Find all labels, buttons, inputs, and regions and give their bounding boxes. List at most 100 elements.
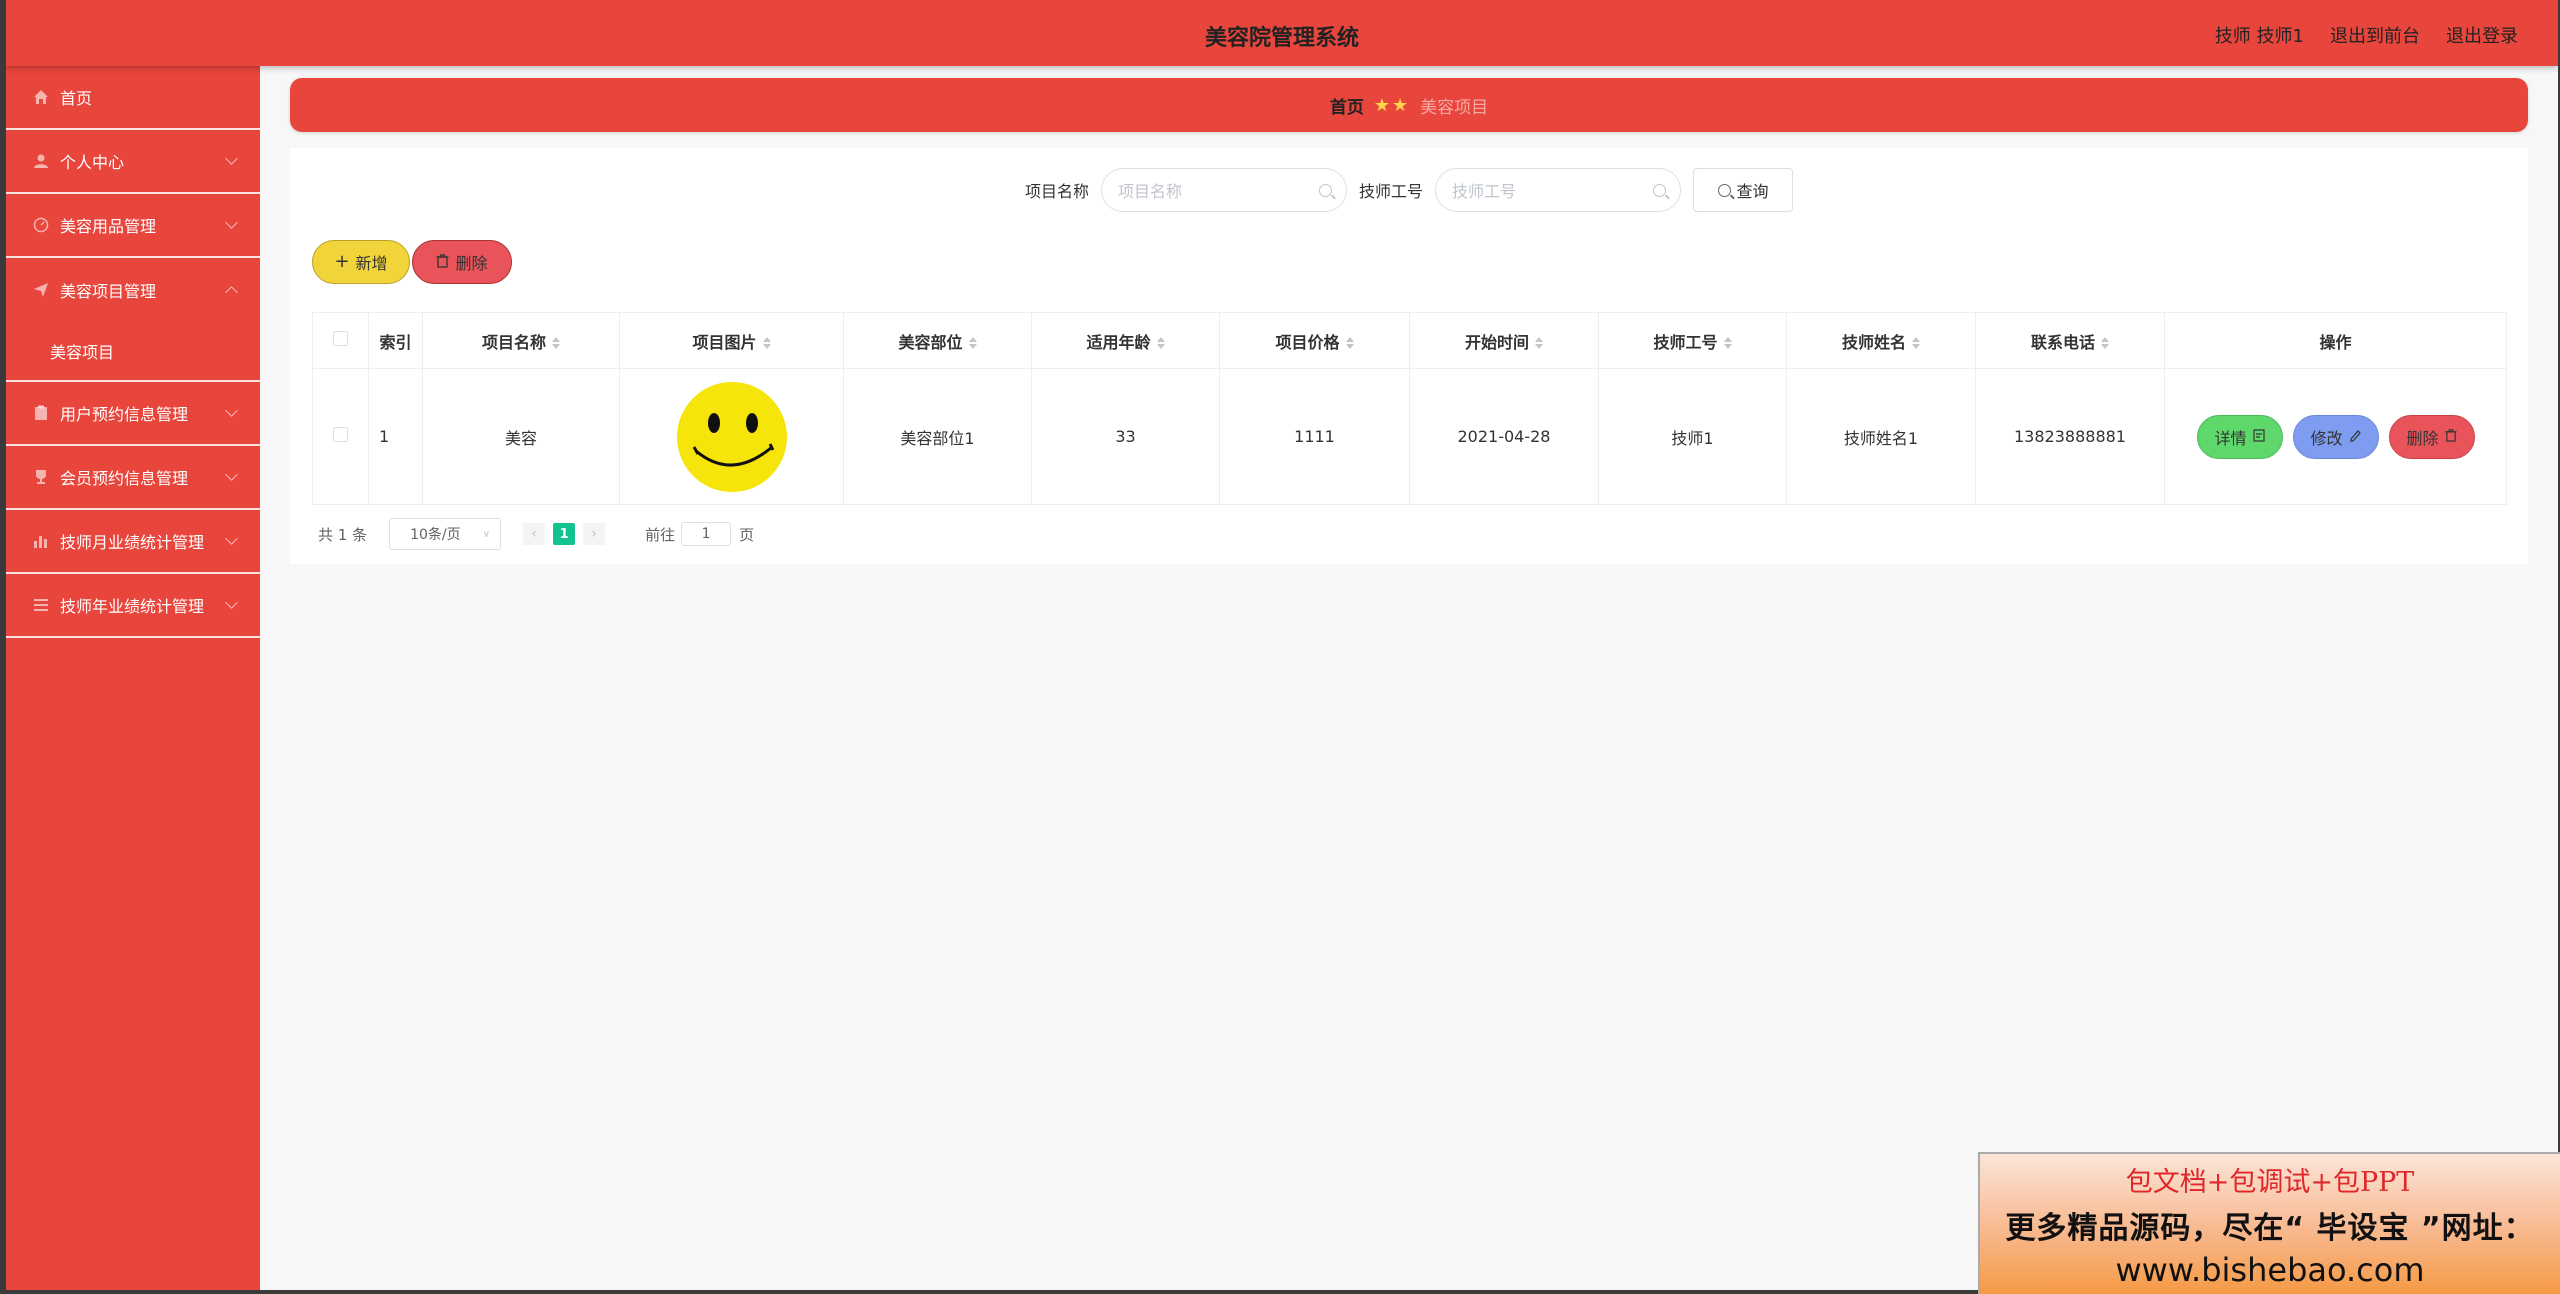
breadcrumb-home[interactable]: 首页 <box>1330 93 1364 118</box>
sidebar-item-label: 美容用品管理 <box>60 217 157 236</box>
col-header-phone[interactable]: 联系电话 <box>1975 312 2165 369</box>
cell-price: 1111 <box>1219 368 1410 505</box>
clipboard-icon <box>32 404 50 422</box>
edit-button[interactable]: 修改 <box>2292 414 2379 459</box>
col-header-tech-id[interactable]: 技师工号 <box>1598 312 1787 369</box>
tech-search-input[interactable]: 技师工号 <box>1435 168 1682 212</box>
col-header-start[interactable]: 开始时间 <box>1409 312 1599 369</box>
chevron-up-icon <box>225 286 238 299</box>
logout-link[interactable]: 退出登录 <box>2446 22 2518 48</box>
promo-line-1: 包文档+包调试+包PPT <box>2125 1167 2415 1198</box>
sidebar: 首页 个人中心 美容用品管理 美容项目管理 美容项目 用户预约信息管理 会员预约… <box>6 66 260 1290</box>
search-icon <box>1653 183 1667 197</box>
sidebar-item-yearly-stats[interactable]: 技师年业绩统计管理 <box>6 574 260 638</box>
trash-icon <box>2444 427 2457 446</box>
edit-button-label: 修改 <box>2310 428 2343 448</box>
pencil-icon <box>2349 427 2361 446</box>
project-image-smiley[interactable] <box>676 381 788 493</box>
sidebar-item-member-booking[interactable]: 会员预约信息管理 <box>6 446 260 510</box>
sidebar-item-profile[interactable]: 个人中心 <box>6 130 260 194</box>
sort-icon <box>1912 337 1920 349</box>
pagination: 共 1 条 10条/页 ∨ ‹ 1 › 前往 1 页 <box>318 518 754 550</box>
col-header-image[interactable]: 项目图片 <box>619 312 844 369</box>
col-header-age[interactable]: 适用年龄 <box>1031 312 1220 369</box>
sidebar-item-label: 会员预约信息管理 <box>60 469 189 488</box>
col-header-price[interactable]: 项目价格 <box>1219 312 1410 369</box>
sort-icon <box>2101 337 2109 349</box>
col-header-part[interactable]: 美容部位 <box>843 312 1032 369</box>
chevron-down-icon <box>225 216 238 229</box>
sidebar-item-home[interactable]: 首页 <box>6 66 260 130</box>
col-header-label: 项目价格 <box>1275 332 1340 352</box>
page-number-current[interactable]: 1 <box>553 523 576 545</box>
home-icon <box>32 88 50 106</box>
col-header-tech-name[interactable]: 技师姓名 <box>1786 312 1976 369</box>
chevron-down-icon <box>225 532 238 545</box>
table-header-row: 索引 项目名称 项目图片 美容部位 适用年龄 项目价格 开始时间 技师工号 技师… <box>312 312 2507 369</box>
breadcrumb: 首页 ★★ 美容项目 <box>290 78 2528 132</box>
sidebar-subitem-label: 美容项目 <box>50 343 115 362</box>
prev-page-button[interactable]: ‹ <box>523 523 546 545</box>
row-actions: 详情 修改 删除 <box>2165 414 2506 459</box>
sidebar-item-projects[interactable]: 美容项目管理 <box>6 258 260 322</box>
detail-button[interactable]: 详情 <box>2196 414 2283 459</box>
col-header-label: 开始时间 <box>1464 332 1529 352</box>
sidebar-item-label: 用户预约信息管理 <box>60 405 189 424</box>
add-button[interactable]: + 新增 <box>312 240 410 284</box>
batch-delete-label: 删除 <box>455 254 488 273</box>
app-window: 美容院管理系统 技师 技师1 退出到前台 退出登录 首页 个人中心 美容用品管理 <box>6 0 2558 1290</box>
sidebar-item-supplies[interactable]: 美容用品管理 <box>6 194 260 258</box>
promo-banner[interactable]: 包文档+包调试+包PPT 更多精品源码，尽在“ 毕设宝 ”网址： www.bis… <box>1978 1152 2560 1294</box>
sidebar-subitem-projects[interactable]: 美容项目 <box>6 322 260 382</box>
header-actions: 技师 技师1 退出到前台 退出登录 <box>2215 22 2518 48</box>
user-icon <box>32 152 50 170</box>
gauge-icon <box>32 216 50 234</box>
goto-front-link[interactable]: 退出到前台 <box>2330 22 2420 48</box>
delete-button-label: 删除 <box>2406 428 2439 448</box>
main-content: 首页 ★★ 美容项目 项目名称 项目名称 技师工号 技师工号 查询 + 新增 删… <box>260 66 2558 1290</box>
trash-icon <box>436 253 449 272</box>
sort-icon <box>1156 337 1165 349</box>
cell-start-date: 2021-04-28 <box>1409 368 1599 505</box>
chevron-down-icon <box>225 404 238 417</box>
select-all-checkbox[interactable] <box>333 331 348 346</box>
sort-icon <box>1345 337 1354 349</box>
col-header-index: 索引 <box>368 312 423 369</box>
next-page-button[interactable]: › <box>583 523 606 545</box>
search-icon <box>1319 183 1332 197</box>
page-size-select[interactable]: 10条/页 ∨ <box>389 518 502 550</box>
sidebar-item-user-booking[interactable]: 用户预约信息管理 <box>6 382 260 446</box>
name-search-label: 项目名称 <box>1024 182 1089 201</box>
col-header-label: 美容部位 <box>898 332 963 352</box>
sidebar-item-label: 技师月业绩统计管理 <box>60 533 205 552</box>
sidebar-item-label: 首页 <box>60 89 93 108</box>
add-button-label: 新增 <box>355 254 388 273</box>
cell-tech-name: 技师姓名1 <box>1786 368 1976 505</box>
cell-phone: 13823888881 <box>1975 368 2165 505</box>
col-header-label: 项目名称 <box>481 332 546 352</box>
goto-page-input[interactable]: 1 <box>681 522 732 546</box>
sort-icon <box>762 337 771 349</box>
content-panel: 项目名称 项目名称 技师工号 技师工号 查询 + 新增 删除 索引 项目名称 项… <box>290 148 2528 564</box>
batch-delete-button[interactable]: 删除 <box>412 240 512 284</box>
name-search-input[interactable]: 项目名称 <box>1101 168 1347 212</box>
delete-button[interactable]: 删除 <box>2388 414 2475 459</box>
search-icon <box>1717 183 1731 197</box>
search-bar: 项目名称 项目名称 技师工号 技师工号 查询 <box>290 168 2528 212</box>
col-header-label: 联系电话 <box>2030 332 2095 352</box>
query-button[interactable]: 查询 <box>1693 168 1794 212</box>
goto-label: 前往 <box>645 525 676 544</box>
col-header-name[interactable]: 项目名称 <box>422 312 620 369</box>
sidebar-item-label: 美容项目管理 <box>60 282 157 301</box>
row-checkbox[interactable] <box>333 427 348 442</box>
bar-chart-icon <box>32 532 50 550</box>
sidebar-item-monthly-stats[interactable]: 技师月业绩统计管理 <box>6 510 260 574</box>
top-bar: 美容院管理系统 技师 技师1 退出到前台 退出登录 <box>6 0 2558 66</box>
sidebar-item-label: 个人中心 <box>60 153 125 172</box>
col-header-label: 适用年龄 <box>1086 332 1151 352</box>
cell-actions: 详情 修改 删除 <box>2164 368 2507 505</box>
col-header-actions: 操作 <box>2164 312 2507 369</box>
row-select-cell <box>312 368 369 505</box>
trophy-icon <box>32 468 50 486</box>
current-user[interactable]: 技师 技师1 <box>2215 22 2304 48</box>
